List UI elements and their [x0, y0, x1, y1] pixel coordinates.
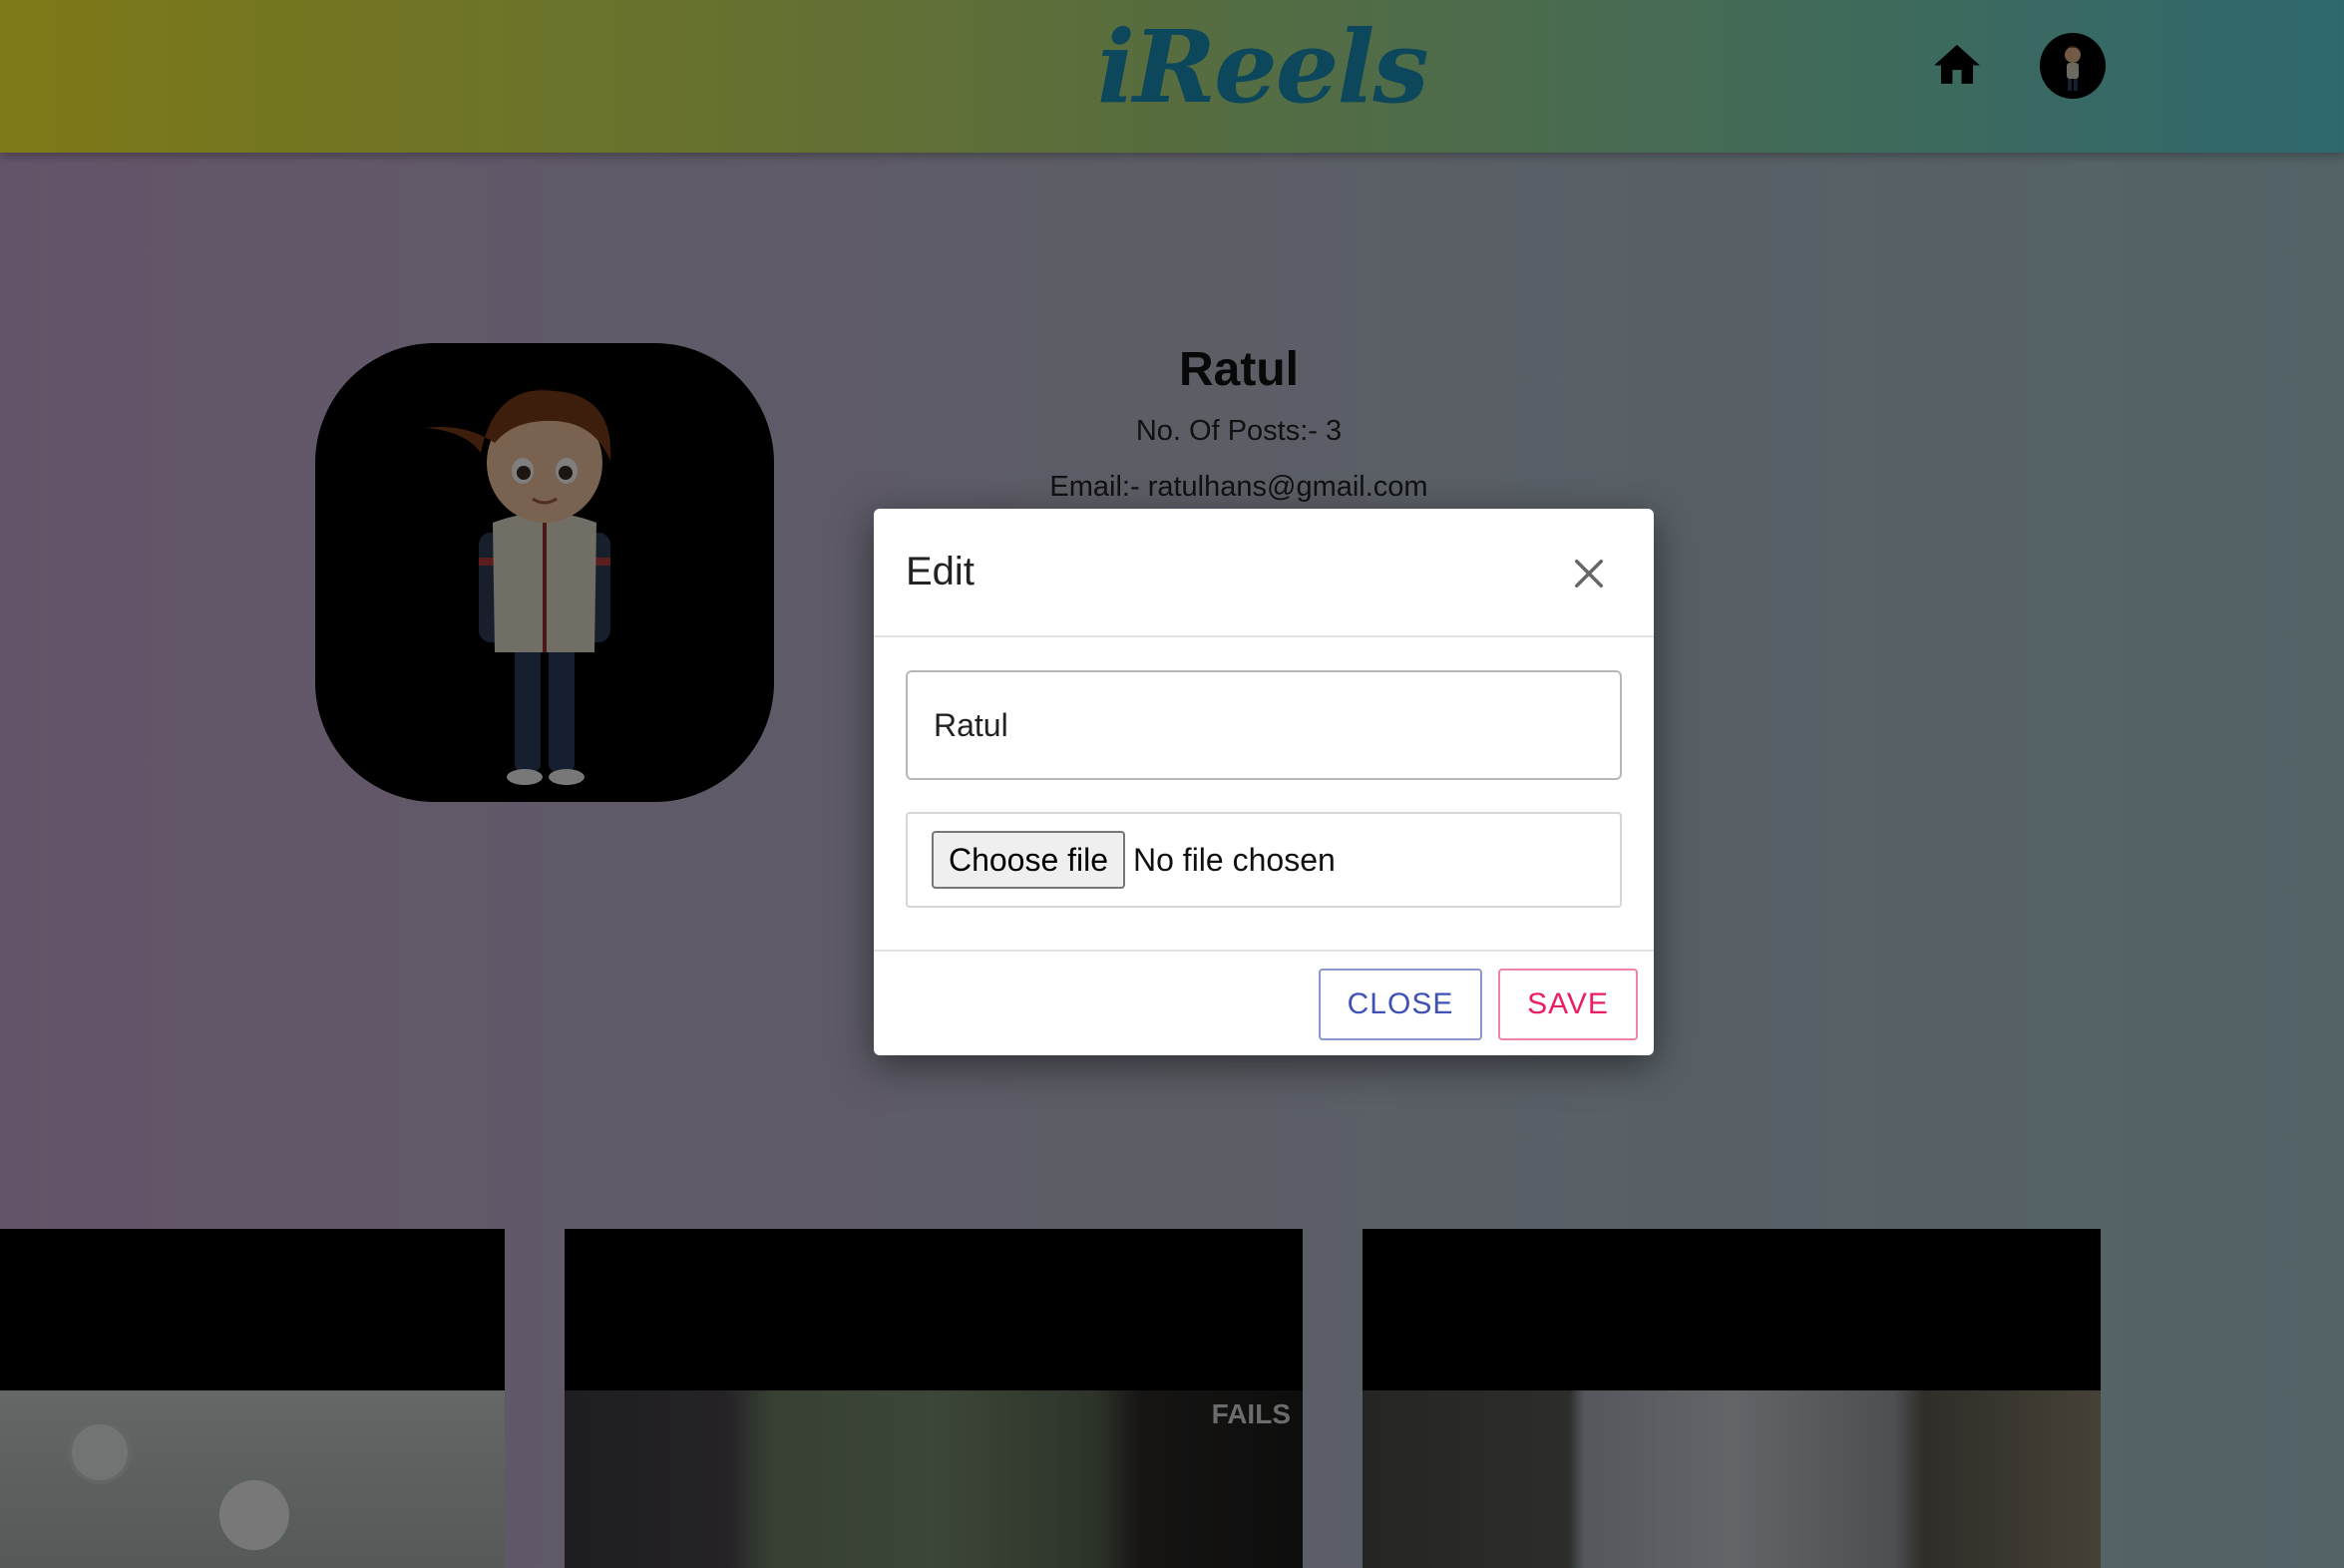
close-icon[interactable]: [1568, 553, 1610, 594]
close-button[interactable]: CLOSE: [1319, 969, 1482, 1040]
save-button[interactable]: SAVE: [1498, 969, 1638, 1040]
name-input[interactable]: [906, 670, 1622, 780]
choose-file-button[interactable]: Choose file: [932, 831, 1125, 889]
dialog-header: Edit: [874, 509, 1654, 637]
edit-profile-dialog: Edit Choose file No file chosen CLOSE SA…: [874, 509, 1654, 1055]
file-upload-field: Choose file No file chosen: [906, 812, 1622, 908]
dialog-footer: CLOSE SAVE: [874, 950, 1654, 1055]
dialog-title: Edit: [906, 550, 975, 593]
file-status-text: No file chosen: [1133, 842, 1336, 878]
